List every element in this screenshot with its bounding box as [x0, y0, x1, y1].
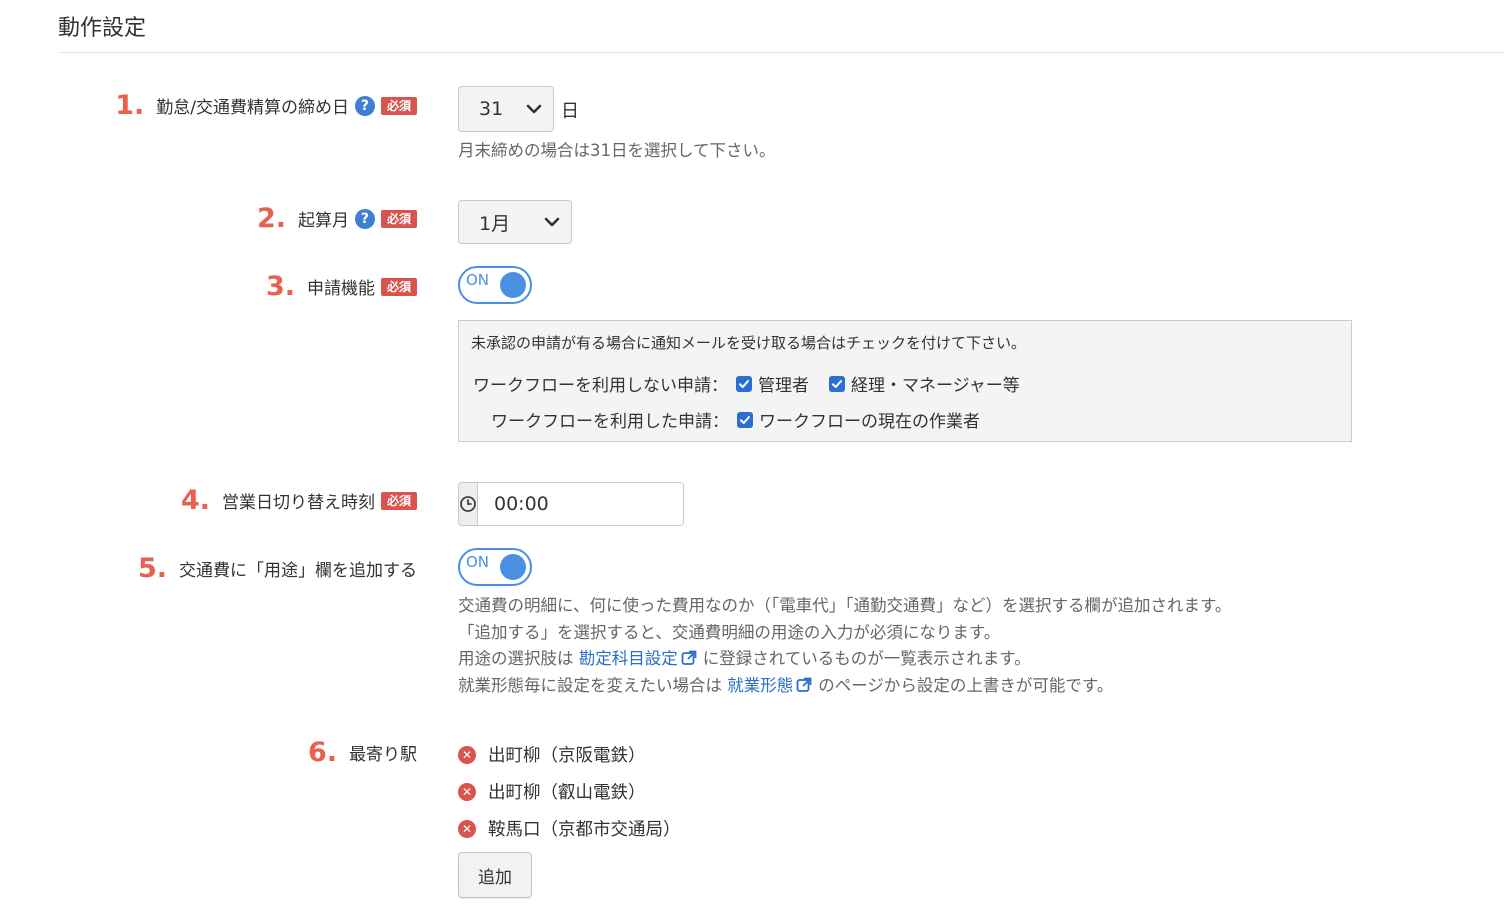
- external-link-icon[interactable]: [681, 650, 697, 666]
- business-day-switch-label-row: 4. 営業日切り替え時刻 必須: [181, 487, 417, 514]
- start-month-label-row: 2. 起算月 ? 必須: [257, 205, 417, 232]
- business-day-time-group: [458, 482, 684, 526]
- hint-text: のページから設定の上書きが可能です。: [818, 675, 1114, 695]
- item-number: 2.: [256, 203, 286, 234]
- no-workflow-row: ワークフローを利用しない申請： 管理者 経理・マネージャー等: [473, 371, 1032, 396]
- hint-line: 用途の選択肢は 勘定科目設定 に登録されているものが一覧表示されます。: [458, 646, 1231, 673]
- required-badge: 必須: [380, 491, 417, 510]
- request-function-label: 申請機能: [306, 279, 375, 299]
- closing-day-select[interactable]: 31: [458, 86, 554, 132]
- hint-text: 用途の選択肢は: [458, 649, 574, 668]
- workflow-row: ワークフローを利用した申請： ワークフローの現在の作業者: [491, 407, 992, 432]
- add-station-button[interactable]: 追加: [458, 852, 532, 898]
- remove-circle-icon[interactable]: ✕: [458, 745, 476, 764]
- question-circle-icon[interactable]: ?: [354, 208, 375, 229]
- checkbox-label-accounting[interactable]: 経理・マネージャー等: [851, 371, 1020, 396]
- station-item: ✕ 出町柳（京阪電鉄）: [458, 742, 646, 767]
- closing-day-label: 勤怠/交通費精算の締め日: [156, 98, 349, 118]
- closing-day-select-value: 31: [479, 98, 504, 120]
- required-badge: 必須: [380, 96, 417, 115]
- purpose-column-label-row: 5. 交通費に「用途」欄を追加する: [138, 555, 417, 582]
- hint-line: 就業形態毎に設定を変えたい場合は 就業形態 のページから設定の上書きが可能です。: [458, 673, 1231, 700]
- station-item: ✕ 出町柳（叡山電鉄）: [458, 779, 646, 804]
- no-workflow-label: ワークフローを利用しない申請：: [473, 376, 728, 396]
- item-number: 4.: [180, 485, 210, 516]
- required-badge: 必須: [380, 277, 417, 296]
- start-month-select[interactable]: 1月: [458, 200, 572, 244]
- hint-line: 「追加する」を選択すると、交通費明細の用途の入力が必須になります。: [458, 622, 1001, 642]
- notification-settings-box: 未承認の申請が有る場合に通知メールを受け取る場合はチェックを付けて下さい。 ワー…: [458, 320, 1352, 442]
- toggle-on-label: ON: [466, 553, 490, 571]
- item-number: 6.: [307, 737, 337, 768]
- station-item: ✕ 鞍馬口（京都市交通局）: [458, 816, 681, 841]
- closing-day-hint: 月末締めの場合は31日を選択して下さい。: [458, 141, 776, 160]
- business-day-switch-label: 営業日切り替え時刻: [221, 493, 375, 513]
- chevron-down-icon: [544, 217, 560, 227]
- station-name: 出町柳（叡山電鉄）: [488, 783, 646, 803]
- workflow-label: ワークフローを利用した申請：: [491, 412, 729, 432]
- remove-circle-icon[interactable]: ✕: [458, 782, 476, 801]
- closing-day-label-row: 1. 勤怠/交通費精算の締め日 ? 必須: [115, 92, 417, 119]
- start-month-select-value: 1月: [479, 212, 511, 235]
- purpose-column-hint: 交通費の明細に、何に使った費用なのか（「電車代」「通勤交通費」など）を選択する欄…: [458, 593, 1231, 699]
- notification-description: 未承認の申請が有る場合に通知メールを受け取る場合はチェックを付けて下さい。: [471, 334, 1027, 352]
- checkbox-checked-icon[interactable]: [736, 375, 752, 392]
- nearest-station-label-row: 6. 最寄り駅: [308, 739, 417, 766]
- item-number: 1.: [115, 90, 145, 121]
- purpose-column-label: 交通費に「用途」欄を追加する: [179, 561, 417, 581]
- business-day-time-input[interactable]: [478, 483, 683, 525]
- checkbox-label-admin[interactable]: 管理者: [758, 371, 809, 396]
- account-settings-link[interactable]: 勘定科目設定: [579, 649, 678, 668]
- station-name: 出町柳（京阪電鉄）: [488, 746, 646, 766]
- purpose-column-toggle[interactable]: ON: [458, 548, 532, 586]
- checkbox-checked-icon[interactable]: [829, 375, 845, 392]
- start-month-label: 起算月: [297, 211, 349, 231]
- employment-type-link[interactable]: 就業形態: [727, 676, 793, 695]
- external-link-icon[interactable]: [796, 677, 812, 693]
- item-number: 5.: [137, 553, 167, 584]
- hint-text: に登録されているものが一覧表示されます。: [702, 649, 1031, 668]
- nearest-station-label: 最寄り駅: [349, 745, 417, 765]
- closing-day-unit: 日: [561, 101, 579, 122]
- toggle-knob: [500, 554, 526, 580]
- checkbox-checked-icon[interactable]: [737, 411, 753, 428]
- request-function-toggle[interactable]: ON: [458, 266, 532, 304]
- required-badge: 必須: [380, 209, 417, 228]
- toggle-knob: [500, 272, 526, 298]
- question-circle-icon[interactable]: ?: [354, 95, 375, 116]
- request-function-label-row: 3. 申請機能 必須: [266, 273, 417, 300]
- hint-text: 就業形態毎に設定を変えたい場合は: [458, 675, 722, 695]
- remove-circle-icon[interactable]: ✕: [458, 819, 476, 838]
- hint-line: 交通費の明細に、何に使った費用なのか（「電車代」「通勤交通費」など）を選択する欄…: [458, 596, 1232, 615]
- item-number: 3.: [265, 271, 295, 302]
- section-title: 動作設定: [58, 16, 147, 41]
- toggle-on-label: ON: [466, 271, 490, 289]
- chevron-down-icon: [526, 104, 542, 114]
- station-name: 鞍馬口（京都市交通局）: [488, 820, 681, 840]
- clock-icon: [459, 483, 478, 525]
- checkbox-label-current-worker[interactable]: ワークフローの現在の作業者: [759, 407, 980, 432]
- section-divider: [58, 52, 1504, 53]
